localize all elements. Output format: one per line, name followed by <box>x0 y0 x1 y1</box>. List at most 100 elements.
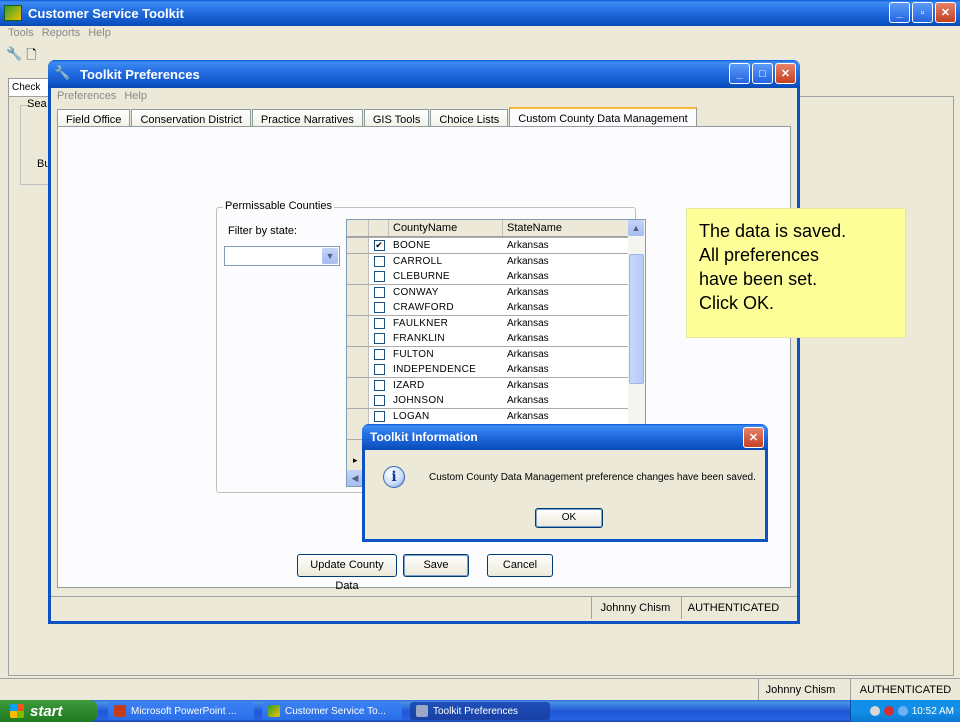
grid-header-state-name[interactable]: StateName <box>503 220 629 236</box>
county-checkbox[interactable] <box>373 333 385 344</box>
scroll-up-icon[interactable]: ▲ <box>628 220 644 236</box>
county-checkbox[interactable] <box>373 348 385 360</box>
callout-line: Click OK. <box>699 293 775 313</box>
grid-row[interactable]: ✔ BOONE Arkansas <box>347 238 629 253</box>
menu-preferences[interactable]: Preferences <box>57 90 116 102</box>
state-filter-select[interactable]: ▼ <box>224 246 340 266</box>
county-name-cell[interactable]: FULTON <box>389 346 503 362</box>
grid-row[interactable]: INDEPENDENCE Arkansas <box>347 362 629 377</box>
row-selector[interactable] <box>347 269 369 284</box>
grid-row[interactable]: FAULKNER Arkansas <box>347 315 629 331</box>
menu-tools[interactable]: Tools <box>8 27 34 39</box>
scroll-left-icon[interactable]: ◀ <box>347 470 363 486</box>
row-selector[interactable] <box>347 253 369 269</box>
clock[interactable]: 10:52 AM <box>912 706 954 717</box>
state-name-cell[interactable]: Arkansas <box>503 362 629 377</box>
grid-row[interactable]: CARROLL Arkansas <box>347 253 629 269</box>
grid-row[interactable]: IZARD Arkansas <box>347 377 629 393</box>
network-icon[interactable] <box>869 706 880 716</box>
county-name-cell[interactable]: CLEBURNE <box>389 269 503 284</box>
restore-button[interactable]: ▫ <box>912 2 933 23</box>
update-county-data-button[interactable]: Update County Data <box>297 554 397 592</box>
grid-row[interactable]: CRAWFORD Arkansas <box>347 300 629 315</box>
volume-icon[interactable] <box>897 706 908 716</box>
minimize-button[interactable]: _ <box>889 2 910 23</box>
grid-row[interactable]: FULTON Arkansas <box>347 346 629 362</box>
close-button[interactable]: ✕ <box>935 2 956 23</box>
row-selector[interactable] <box>347 315 369 331</box>
county-checkbox[interactable] <box>373 395 385 406</box>
county-name-cell[interactable]: INDEPENDENCE <box>389 362 503 377</box>
wrench-icon[interactable]: 🔧 <box>6 46 22 68</box>
row-selector[interactable] <box>347 408 369 424</box>
county-checkbox[interactable] <box>373 410 385 422</box>
minimize-button[interactable]: _ <box>729 63 750 84</box>
menu-reports[interactable]: Reports <box>42 27 81 39</box>
row-selector[interactable] <box>347 331 369 346</box>
checkmark-icon[interactable]: ✔ <box>373 240 385 251</box>
county-name-cell[interactable]: FAULKNER <box>389 315 503 331</box>
county-checkbox[interactable] <box>373 302 385 313</box>
wrench-icon <box>416 705 428 717</box>
maximize-button[interactable]: □ <box>752 63 773 84</box>
task-customer-service-toolkit[interactable]: Customer Service To... <box>262 702 402 720</box>
row-selector[interactable] <box>347 238 369 253</box>
main-title-bar[interactable]: Customer Service Toolkit _ ▫ ✕ <box>0 0 960 26</box>
row-selector[interactable] <box>347 346 369 362</box>
state-name-cell[interactable]: Arkansas <box>503 300 629 315</box>
save-button[interactable]: Save <box>403 554 469 577</box>
county-name-cell[interactable]: CONWAY <box>389 284 503 300</box>
state-name-cell[interactable]: Arkansas <box>503 253 629 269</box>
county-checkbox[interactable] <box>373 364 385 375</box>
grid-row[interactable]: JOHNSON Arkansas <box>347 393 629 408</box>
county-name-cell[interactable]: CARROLL <box>389 253 503 269</box>
security-icon[interactable] <box>883 706 894 716</box>
filter-by-state-label: Filter by state: <box>228 225 298 237</box>
start-button[interactable]: start <box>0 700 98 722</box>
county-name-cell[interactable]: CRAWFORD <box>389 300 503 315</box>
main-status-bar: Johnny Chism AUTHENTICATED <box>0 678 960 701</box>
new-document-icon[interactable]: 🗋 <box>26 46 36 68</box>
task-toolkit-preferences[interactable]: Toolkit Preferences <box>410 702 550 720</box>
county-checkbox[interactable] <box>373 255 385 267</box>
grid-row[interactable]: CLEBURNE Arkansas <box>347 269 629 284</box>
grid-row[interactable]: CONWAY Arkansas <box>347 284 629 300</box>
state-name-cell[interactable]: Arkansas <box>503 284 629 300</box>
row-selector[interactable] <box>347 393 369 408</box>
dialog-title-bar[interactable]: Toolkit Information ✕ <box>362 424 768 450</box>
preferences-title-bar[interactable]: 🔧 Toolkit Preferences _ □ ✕ <box>48 60 800 88</box>
state-name-cell[interactable]: Arkansas <box>503 238 629 253</box>
grid-row[interactable]: FRANKLIN Arkansas <box>347 331 629 346</box>
county-name-cell[interactable]: IZARD <box>389 377 503 393</box>
vertical-scroll-thumb[interactable] <box>629 254 644 384</box>
dialog-close-button[interactable]: ✕ <box>743 427 764 448</box>
close-button[interactable]: ✕ <box>775 63 796 84</box>
menu-help[interactable]: Help <box>88 27 111 39</box>
state-name-cell[interactable]: Arkansas <box>503 346 629 362</box>
county-checkbox[interactable] <box>373 317 385 329</box>
state-name-cell[interactable]: Arkansas <box>503 315 629 331</box>
grid-row[interactable]: LOGAN Arkansas <box>347 408 629 424</box>
ok-button[interactable]: OK <box>535 508 603 528</box>
county-checkbox[interactable] <box>373 271 385 282</box>
state-name-cell[interactable]: Arkansas <box>503 393 629 408</box>
chevron-down-icon[interactable]: ▼ <box>322 248 338 264</box>
county-name-cell[interactable]: LOGAN <box>389 408 503 424</box>
cancel-button[interactable]: Cancel <box>487 554 553 577</box>
row-selector[interactable] <box>347 300 369 315</box>
task-powerpoint[interactable]: Microsoft PowerPoint ... <box>108 702 254 720</box>
state-name-cell[interactable]: Arkansas <box>503 377 629 393</box>
row-selector[interactable] <box>347 284 369 300</box>
row-selector[interactable] <box>347 377 369 393</box>
menu-help[interactable]: Help <box>124 90 147 102</box>
row-selector[interactable] <box>347 362 369 377</box>
county-name-cell[interactable]: JOHNSON <box>389 393 503 408</box>
grid-header-county-name[interactable]: CountyName <box>389 220 503 236</box>
county-checkbox[interactable] <box>373 379 385 391</box>
county-checkbox[interactable] <box>373 286 385 298</box>
state-name-cell[interactable]: Arkansas <box>503 269 629 284</box>
county-name-cell[interactable]: BOONE <box>389 238 503 253</box>
county-name-cell[interactable]: FRANKLIN <box>389 331 503 346</box>
state-name-cell[interactable]: Arkansas <box>503 331 629 346</box>
state-name-cell[interactable]: Arkansas <box>503 408 629 424</box>
